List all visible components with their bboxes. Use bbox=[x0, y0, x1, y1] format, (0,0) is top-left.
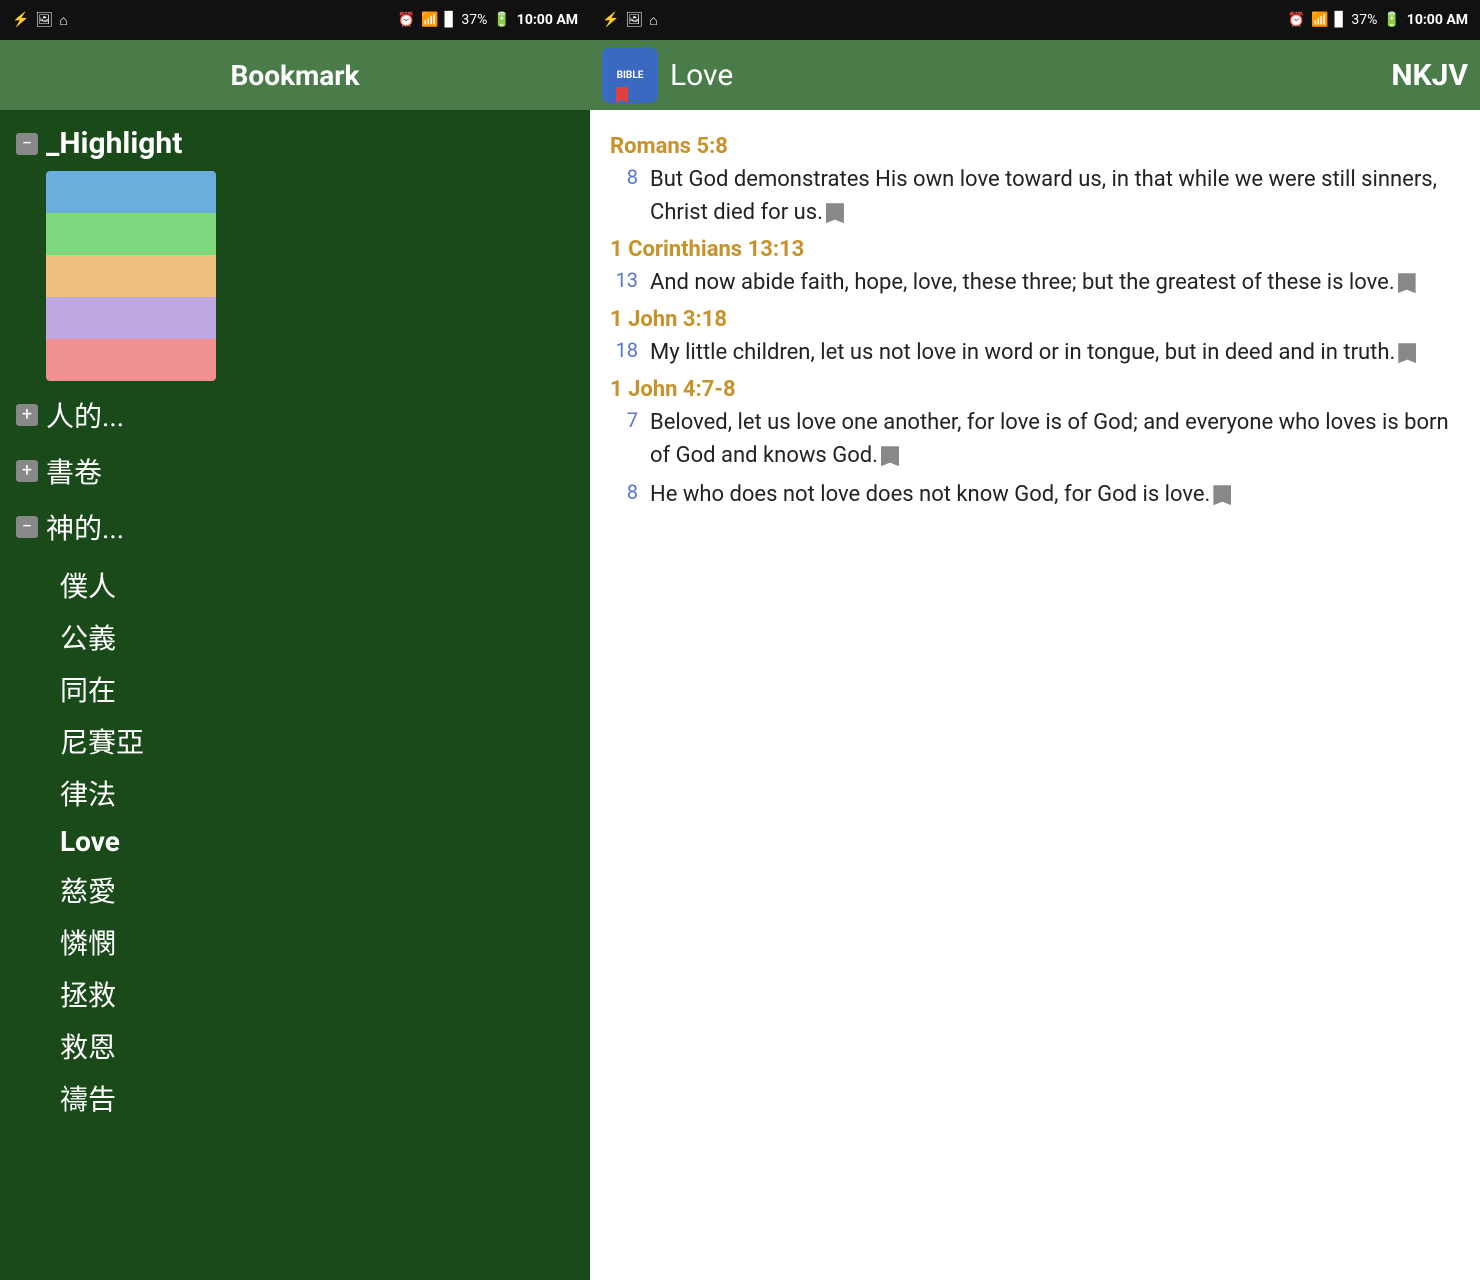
verse-text-john318: My little children, let us not love in w… bbox=[650, 336, 1460, 369]
left-time: 10:00 AM bbox=[517, 12, 578, 28]
verse-text-john48: He who does not love does not know God, … bbox=[650, 478, 1460, 511]
reference-romans58[interactable]: Romans 5:8 bbox=[610, 134, 1460, 159]
verse-text-cor1313: And now abide faith, hope, love, these t… bbox=[650, 266, 1460, 299]
category-ren[interactable]: 人的... bbox=[0, 387, 590, 443]
signal-icon: ▊ bbox=[445, 12, 456, 28]
reference-john318[interactable]: 1 John 3:18 bbox=[610, 307, 1460, 332]
battery-icon: 🔋 bbox=[493, 12, 510, 28]
bookmark-title: Bookmark bbox=[231, 59, 360, 92]
bookmark-icon-john48 bbox=[1213, 485, 1231, 505]
subitem-nisaiya[interactable]: 尼賽亞 bbox=[0, 715, 590, 767]
verse-row-romans58: 8 But God demonstrates His own love towa… bbox=[610, 163, 1460, 229]
right-header-version: NKJV bbox=[1391, 58, 1468, 93]
shen-collapse-icon[interactable] bbox=[16, 516, 38, 538]
highlight-collapse-icon[interactable] bbox=[16, 133, 38, 155]
verse-num-8-john: 8 bbox=[610, 478, 638, 511]
subitem-zhengijiu[interactable]: 拯救 bbox=[0, 968, 590, 1020]
category-shu-label: 書卷 bbox=[46, 451, 102, 491]
bookmark-icon-cor1313 bbox=[1398, 273, 1416, 293]
verse-num-13: 13 bbox=[610, 266, 638, 299]
color-blue[interactable] bbox=[46, 171, 216, 213]
subitem-gongyi[interactable]: 公義 bbox=[0, 611, 590, 663]
verse-row-cor1313: 13 And now abide faith, hope, love, thes… bbox=[610, 266, 1460, 299]
reference-john478[interactable]: 1 John 4:7-8 bbox=[610, 377, 1460, 402]
bookmark-icon-romans58 bbox=[826, 203, 844, 223]
verse-num-7: 7 bbox=[610, 406, 638, 472]
battery-text: 37% bbox=[461, 12, 487, 28]
highlight-section[interactable]: _Highlight bbox=[0, 120, 590, 387]
alarm-icon: ⏰ bbox=[398, 12, 415, 28]
subitem-lianmin[interactable]: 憐憫 bbox=[0, 916, 590, 968]
right-battery-text: 37% bbox=[1351, 12, 1377, 28]
shu-expand-icon[interactable] bbox=[16, 460, 38, 482]
subitem-jiuen[interactable]: 救恩 bbox=[0, 1020, 590, 1072]
color-swatches bbox=[46, 171, 216, 381]
right-header: BIBLE Love NKJV bbox=[590, 40, 1480, 110]
bookmark-icon-john47 bbox=[881, 446, 899, 466]
bible-icon-label: BIBLE bbox=[617, 70, 644, 81]
shen-subitems: 僕人 公義 同在 尼賽亞 律法 Love 慈愛 憐憫 拯救 救恩 禱告 bbox=[0, 555, 590, 1128]
right-panel: ⚡ 🖼 ⌂ ⏰ 📶 ▊ 37% 🔋 10:00 AM BIBLE Love NK… bbox=[590, 0, 1480, 1280]
ren-expand-icon[interactable] bbox=[16, 404, 38, 426]
right-home-icon: ⌂ bbox=[649, 12, 657, 29]
subitem-love[interactable]: Love bbox=[0, 819, 590, 864]
category-shen-label: 神的... bbox=[46, 507, 124, 547]
verse-text-romans58: But God demonstrates His own love toward… bbox=[650, 163, 1460, 229]
color-green[interactable] bbox=[46, 213, 216, 255]
wifi-icon: 📶 bbox=[421, 12, 438, 28]
subitem-ciiai[interactable]: 慈愛 bbox=[0, 864, 590, 916]
bible-app-icon: BIBLE bbox=[602, 47, 658, 103]
category-ren-label: 人的... bbox=[46, 395, 124, 435]
right-status-bar: ⚡ 🖼 ⌂ ⏰ 📶 ▊ 37% 🔋 10:00 AM bbox=[590, 0, 1480, 40]
category-shu[interactable]: 書卷 bbox=[0, 443, 590, 499]
bible-icon-bookmark-shape bbox=[616, 87, 628, 103]
left-status-bar: ⚡ 🖼 ⌂ ⏰ 📶 ▊ 37% 🔋 10:00 AM bbox=[0, 0, 590, 40]
subitem-puren[interactable]: 僕人 bbox=[0, 559, 590, 611]
right-image-icon: 🖼 bbox=[625, 12, 643, 28]
verse-text-john47: Beloved, let us love one another, for lo… bbox=[650, 406, 1460, 472]
right-usb-icon: ⚡ bbox=[602, 12, 619, 28]
reference-cor1313[interactable]: 1 Corinthians 13:13 bbox=[610, 237, 1460, 262]
right-battery-icon: 🔋 bbox=[1383, 12, 1400, 28]
color-red[interactable] bbox=[46, 339, 216, 381]
bookmark-header: Bookmark bbox=[0, 40, 590, 110]
bookmark-icon-john318 bbox=[1398, 343, 1416, 363]
right-header-title: Love bbox=[670, 58, 1379, 93]
color-purple[interactable] bbox=[46, 297, 216, 339]
usb-icon: ⚡ bbox=[12, 12, 29, 28]
right-signal-icon: ▊ bbox=[1335, 12, 1346, 28]
category-shen[interactable]: 神的... bbox=[0, 499, 590, 555]
right-time: 10:00 AM bbox=[1407, 12, 1468, 28]
verse-row-john47: 7 Beloved, let us love one another, for … bbox=[610, 406, 1460, 472]
color-orange[interactable] bbox=[46, 255, 216, 297]
image-icon: 🖼 bbox=[35, 12, 53, 28]
right-wifi-icon: 📶 bbox=[1311, 12, 1328, 28]
left-panel: ⚡ 🖼 ⌂ ⏰ 📶 ▊ 37% 🔋 10:00 AM Bookmark _Hig… bbox=[0, 0, 590, 1280]
highlight-label: _Highlight bbox=[46, 126, 182, 161]
verse-num-8-romans: 8 bbox=[610, 163, 638, 229]
subitem-lvfa[interactable]: 律法 bbox=[0, 767, 590, 819]
verse-row-john318: 18 My little children, let us not love i… bbox=[610, 336, 1460, 369]
right-alarm-icon: ⏰ bbox=[1288, 12, 1305, 28]
verse-row-john48: 8 He who does not love does not know God… bbox=[610, 478, 1460, 511]
bookmark-list[interactable]: _Highlight 人的... 書卷 神的... bbox=[0, 110, 590, 1280]
subitem-tongzai[interactable]: 同在 bbox=[0, 663, 590, 715]
bible-content[interactable]: Romans 5:8 8 But God demonstrates His ow… bbox=[590, 110, 1480, 1280]
home-icon: ⌂ bbox=[59, 12, 67, 29]
verse-num-18: 18 bbox=[610, 336, 638, 369]
subitem-daogao[interactable]: 禱告 bbox=[0, 1072, 590, 1124]
